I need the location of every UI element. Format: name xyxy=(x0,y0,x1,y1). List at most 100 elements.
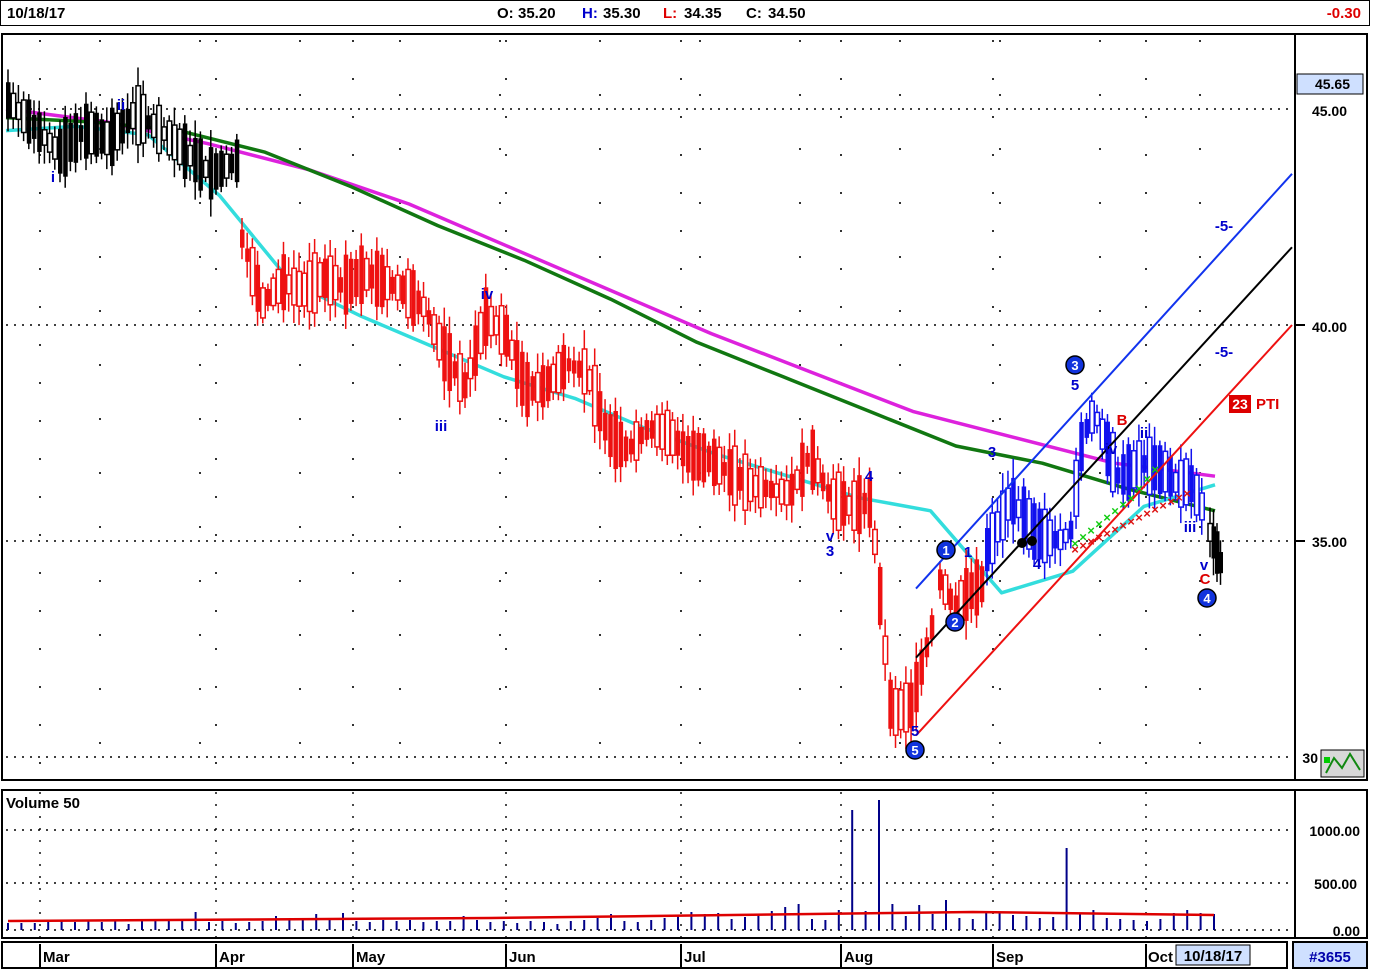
month-label-sep: Sep xyxy=(996,949,1024,966)
price-candle xyxy=(644,420,650,440)
price-candle xyxy=(493,315,500,336)
price-candle xyxy=(234,139,240,183)
price-candle xyxy=(26,99,32,144)
price-candle xyxy=(88,111,95,155)
price-candle xyxy=(411,270,416,326)
volume-tick-1000: 1000.00 xyxy=(1309,823,1360,839)
price-candle xyxy=(1015,499,1022,519)
low-label: L: xyxy=(663,5,678,22)
price-candle xyxy=(1115,467,1121,484)
price-candle xyxy=(857,475,862,535)
price-candle xyxy=(63,116,68,177)
price-candle xyxy=(223,153,230,179)
wave-label: C xyxy=(1200,571,1211,588)
price-candle xyxy=(58,128,63,174)
wave-label: ii xyxy=(1140,425,1148,442)
price-candle xyxy=(814,458,821,484)
price-candle xyxy=(948,588,953,611)
price-candle xyxy=(608,414,613,458)
price-candle xyxy=(1084,419,1090,438)
price-candle xyxy=(530,376,535,401)
price-candle xyxy=(343,254,349,315)
price-candle xyxy=(374,250,380,307)
price-candle xyxy=(994,511,1001,543)
price-candle xyxy=(769,480,774,499)
price-candle xyxy=(467,357,474,380)
price-candle xyxy=(369,264,375,289)
price-candle xyxy=(603,412,608,441)
price-candle xyxy=(877,566,883,626)
price-candle xyxy=(1047,519,1054,557)
price-candle xyxy=(525,361,530,418)
month-label-apr: Apr xyxy=(219,949,245,966)
price-candle xyxy=(953,595,959,613)
red-cross-marker: × xyxy=(1143,506,1151,521)
price-candle xyxy=(623,436,629,462)
price-candle xyxy=(306,260,313,313)
price-candle xyxy=(214,153,219,190)
close-label: C: xyxy=(746,5,762,22)
price-candle xyxy=(32,114,37,139)
wave-label: -5- xyxy=(1215,218,1233,235)
price-candle xyxy=(504,314,510,357)
price-candle xyxy=(800,442,805,497)
price-candle xyxy=(37,112,42,152)
wave-label: i xyxy=(51,169,55,186)
price-candle xyxy=(691,430,696,481)
price-candle xyxy=(851,480,858,531)
wave-label: 4 xyxy=(865,468,874,485)
price-candle xyxy=(903,682,910,733)
price-candle xyxy=(130,102,137,130)
green-cross-marker: × xyxy=(1111,504,1119,519)
price-candle xyxy=(229,153,235,174)
wave-label: 4 xyxy=(1033,556,1042,573)
price-candle xyxy=(176,128,183,166)
price-candle xyxy=(245,248,250,262)
red-cross-marker: × xyxy=(1103,526,1111,541)
price-candle xyxy=(550,363,557,393)
wave-label: ii xyxy=(117,97,125,114)
red-cross-marker: × xyxy=(1135,510,1143,525)
price-candle xyxy=(436,322,443,361)
price-candle xyxy=(613,410,618,470)
resize-icon[interactable] xyxy=(1320,749,1365,778)
price-candle xyxy=(555,351,562,394)
volume-tick-0: 0.00 xyxy=(1333,923,1360,939)
price-candle xyxy=(938,569,943,591)
price-candle xyxy=(1142,455,1147,473)
price-candle xyxy=(664,409,671,457)
price-candle xyxy=(969,572,974,610)
price-candle xyxy=(789,473,795,506)
price-candle xyxy=(275,268,282,305)
price-candle xyxy=(317,261,324,298)
price-candle xyxy=(1005,487,1012,521)
price-candle xyxy=(431,314,438,345)
price-candle xyxy=(1094,411,1101,427)
price-candle xyxy=(150,113,157,139)
price-candle xyxy=(716,446,723,485)
price-candle xyxy=(830,478,837,520)
price-candle xyxy=(882,635,889,665)
price-candle xyxy=(566,358,572,372)
price-candle xyxy=(327,255,334,306)
price-candle xyxy=(110,107,115,167)
price-candle xyxy=(354,259,359,298)
price-candle xyxy=(1057,529,1064,551)
red-cross-marker: × xyxy=(1071,542,1079,557)
price-candle xyxy=(999,490,1006,541)
pivot-dot xyxy=(1027,536,1037,546)
price-candle xyxy=(94,112,99,157)
price-candle xyxy=(810,429,816,491)
price-candle xyxy=(974,559,980,616)
price-candle xyxy=(577,360,582,378)
price-candle xyxy=(363,257,370,291)
price-candle xyxy=(763,479,769,498)
price-candle xyxy=(452,361,458,379)
price-candle xyxy=(914,661,919,713)
price-candle xyxy=(897,689,904,731)
price-candle xyxy=(1162,450,1169,493)
price-candle xyxy=(706,445,712,473)
price-candle xyxy=(457,353,464,402)
price-candle xyxy=(249,246,256,297)
price-candle xyxy=(862,492,867,515)
